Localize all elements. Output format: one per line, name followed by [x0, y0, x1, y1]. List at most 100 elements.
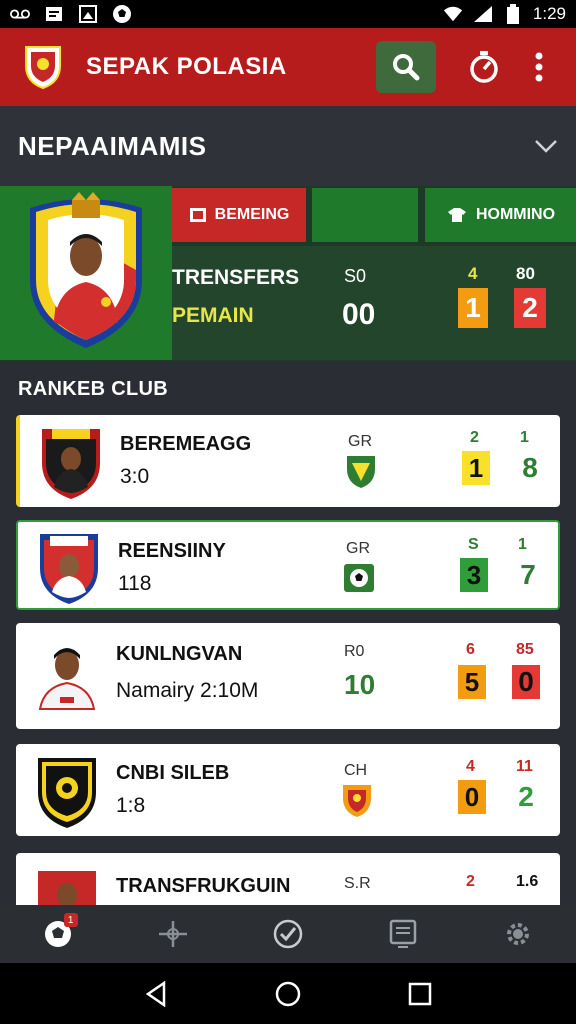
club-stat-1: 6 — [466, 641, 475, 658]
search-icon — [393, 54, 420, 81]
message-icon — [44, 5, 64, 23]
stopwatch-icon — [470, 51, 498, 83]
timer-button[interactable] — [454, 41, 514, 93]
flag-icon — [189, 208, 206, 222]
club-name: BEREMEAGG — [120, 433, 252, 455]
club-score: 3:0 — [120, 465, 150, 488]
app-logo — [25, 46, 61, 90]
club-stat-2: 1 — [518, 536, 527, 553]
tab-bemeing[interactable]: BEMEING — [172, 188, 306, 242]
club-badge-1: 5 — [458, 665, 486, 699]
search-button[interactable] — [376, 41, 436, 93]
featured-score-badge-2: 2 — [514, 288, 546, 328]
club-stat-1: 4 — [466, 758, 475, 775]
featured-count-1: 4 — [468, 264, 478, 283]
more-vert-icon — [535, 52, 543, 82]
club-name: CNBI SILEB — [116, 762, 230, 784]
nav-settings[interactable] — [488, 909, 548, 959]
club-badge-2: 8 — [516, 451, 544, 485]
club-name: TRANSFRUKGUIN — [116, 875, 291, 897]
recents-icon[interactable] — [408, 982, 432, 1006]
tab-label: HOMMINO — [475, 206, 556, 223]
club-name: REENSIINY — [118, 540, 226, 562]
featured-subtitle: PEMAIN — [172, 304, 254, 327]
club-score: Namairy 2:10M — [116, 679, 259, 702]
soccer-app-icon — [112, 5, 132, 23]
featured-stats-row[interactable]: TRENSFERS PEMAIN S0 00 4 80 1 2 — [172, 246, 576, 360]
club-badge-2: 0 — [512, 665, 540, 699]
status-bar: 1:29 — [0, 0, 576, 28]
shield-icon — [347, 456, 375, 488]
club-card[interactable]: KUNLNGVAN Namairy 2:10M R0 10 6 85 5 0 — [16, 623, 560, 729]
featured-score-badge-1: 1 — [458, 288, 488, 328]
club-crest-icon — [42, 429, 100, 499]
section-header[interactable]: NEPAAIMAMIS — [0, 106, 576, 186]
club-card[interactable]: TRANSFRUKGUIN S.R 2 1.6 — [16, 853, 560, 905]
chevron-down-icon[interactable] — [534, 138, 558, 154]
nav-matches[interactable] — [258, 909, 318, 959]
nav-field[interactable] — [143, 909, 203, 959]
status-time: 1:29 — [532, 4, 566, 23]
nav-news[interactable] — [373, 909, 433, 959]
club-badge-1: 0 — [458, 780, 486, 814]
voicemail-icon — [10, 5, 30, 23]
tab-blank[interactable] — [312, 188, 418, 242]
club-score: 118 — [118, 572, 152, 595]
club-stat-1: S — [468, 536, 479, 553]
app-bar: SEPAK POLASIA — [0, 28, 576, 106]
bottom-navigation: 1 — [0, 905, 576, 963]
featured-stat-value: 00 — [342, 298, 376, 331]
club-badge-2: 2 — [512, 780, 540, 814]
club-name: KUNLNGVAN — [116, 643, 243, 665]
club-stat-2: 11 — [516, 758, 533, 775]
club-stat-2: 1.6 — [516, 873, 539, 890]
ball-icon — [344, 564, 374, 592]
club-stat-1: 2 — [470, 429, 479, 446]
jersey-icon — [447, 208, 466, 222]
featured-panel: BEMEING HOMMINO TRENSFERS PEMAIN S0 00 4… — [0, 186, 576, 362]
club-code: GR — [348, 433, 372, 450]
club-badge-1: 1 — [462, 451, 490, 485]
club-rating: 10 — [344, 669, 376, 700]
featured-title: TRENSFERS — [172, 266, 300, 289]
notification-badge: 1 — [63, 913, 78, 927]
club-badge-1: 3 — [460, 558, 488, 592]
club-score: 1:8 — [116, 794, 146, 817]
photo-icon — [78, 5, 98, 23]
nav-home[interactable]: 1 — [28, 909, 88, 959]
club-code: R0 — [344, 643, 365, 660]
system-navigation-bar — [0, 963, 576, 1024]
section-title: NEPAAIMAMIS — [18, 130, 207, 161]
featured-stat-label: S0 — [344, 266, 367, 286]
news-icon — [389, 919, 417, 948]
featured-count-2: 80 — [516, 264, 535, 283]
club-badge-2: 7 — [514, 558, 542, 592]
battery-icon — [503, 4, 523, 24]
club-code: GR — [346, 540, 370, 557]
app-title: SEPAK POLASIA — [86, 53, 287, 80]
club-stat-2: 85 — [516, 641, 534, 658]
signal-icon — [473, 5, 493, 23]
club-card[interactable]: CNBI SILEB 1:8 CH 4 11 0 2 — [16, 744, 560, 836]
player-avatar — [38, 648, 96, 710]
club-code: S.R — [344, 875, 371, 892]
more-options-button[interactable] — [524, 41, 554, 93]
club-stat-2: 1 — [520, 429, 529, 446]
club-stat-1: 2 — [466, 873, 475, 890]
shield-icon — [343, 785, 371, 817]
check-circle-icon — [273, 919, 303, 949]
tab-label: BEMEING — [214, 206, 290, 223]
club-card[interactable]: REENSIINY 118 GR S 1 3 7 — [16, 520, 560, 610]
club-crest-icon — [38, 758, 96, 828]
field-icon — [158, 921, 187, 947]
club-crest-icon — [40, 534, 98, 604]
wifi-icon — [443, 5, 463, 23]
tab-hommino[interactable]: HOMMINO — [425, 188, 576, 242]
ranked-club-heading: RANKEB CLUB — [18, 378, 168, 400]
club-crest-icon — [38, 871, 96, 905]
club-card[interactable]: BEREMEAGG 3:0 GR 2 1 1 8 — [16, 415, 560, 507]
back-icon[interactable] — [144, 980, 168, 1007]
club-code: CH — [344, 762, 368, 779]
home-icon[interactable] — [275, 981, 301, 1007]
player-crest[interactable] — [24, 190, 148, 350]
